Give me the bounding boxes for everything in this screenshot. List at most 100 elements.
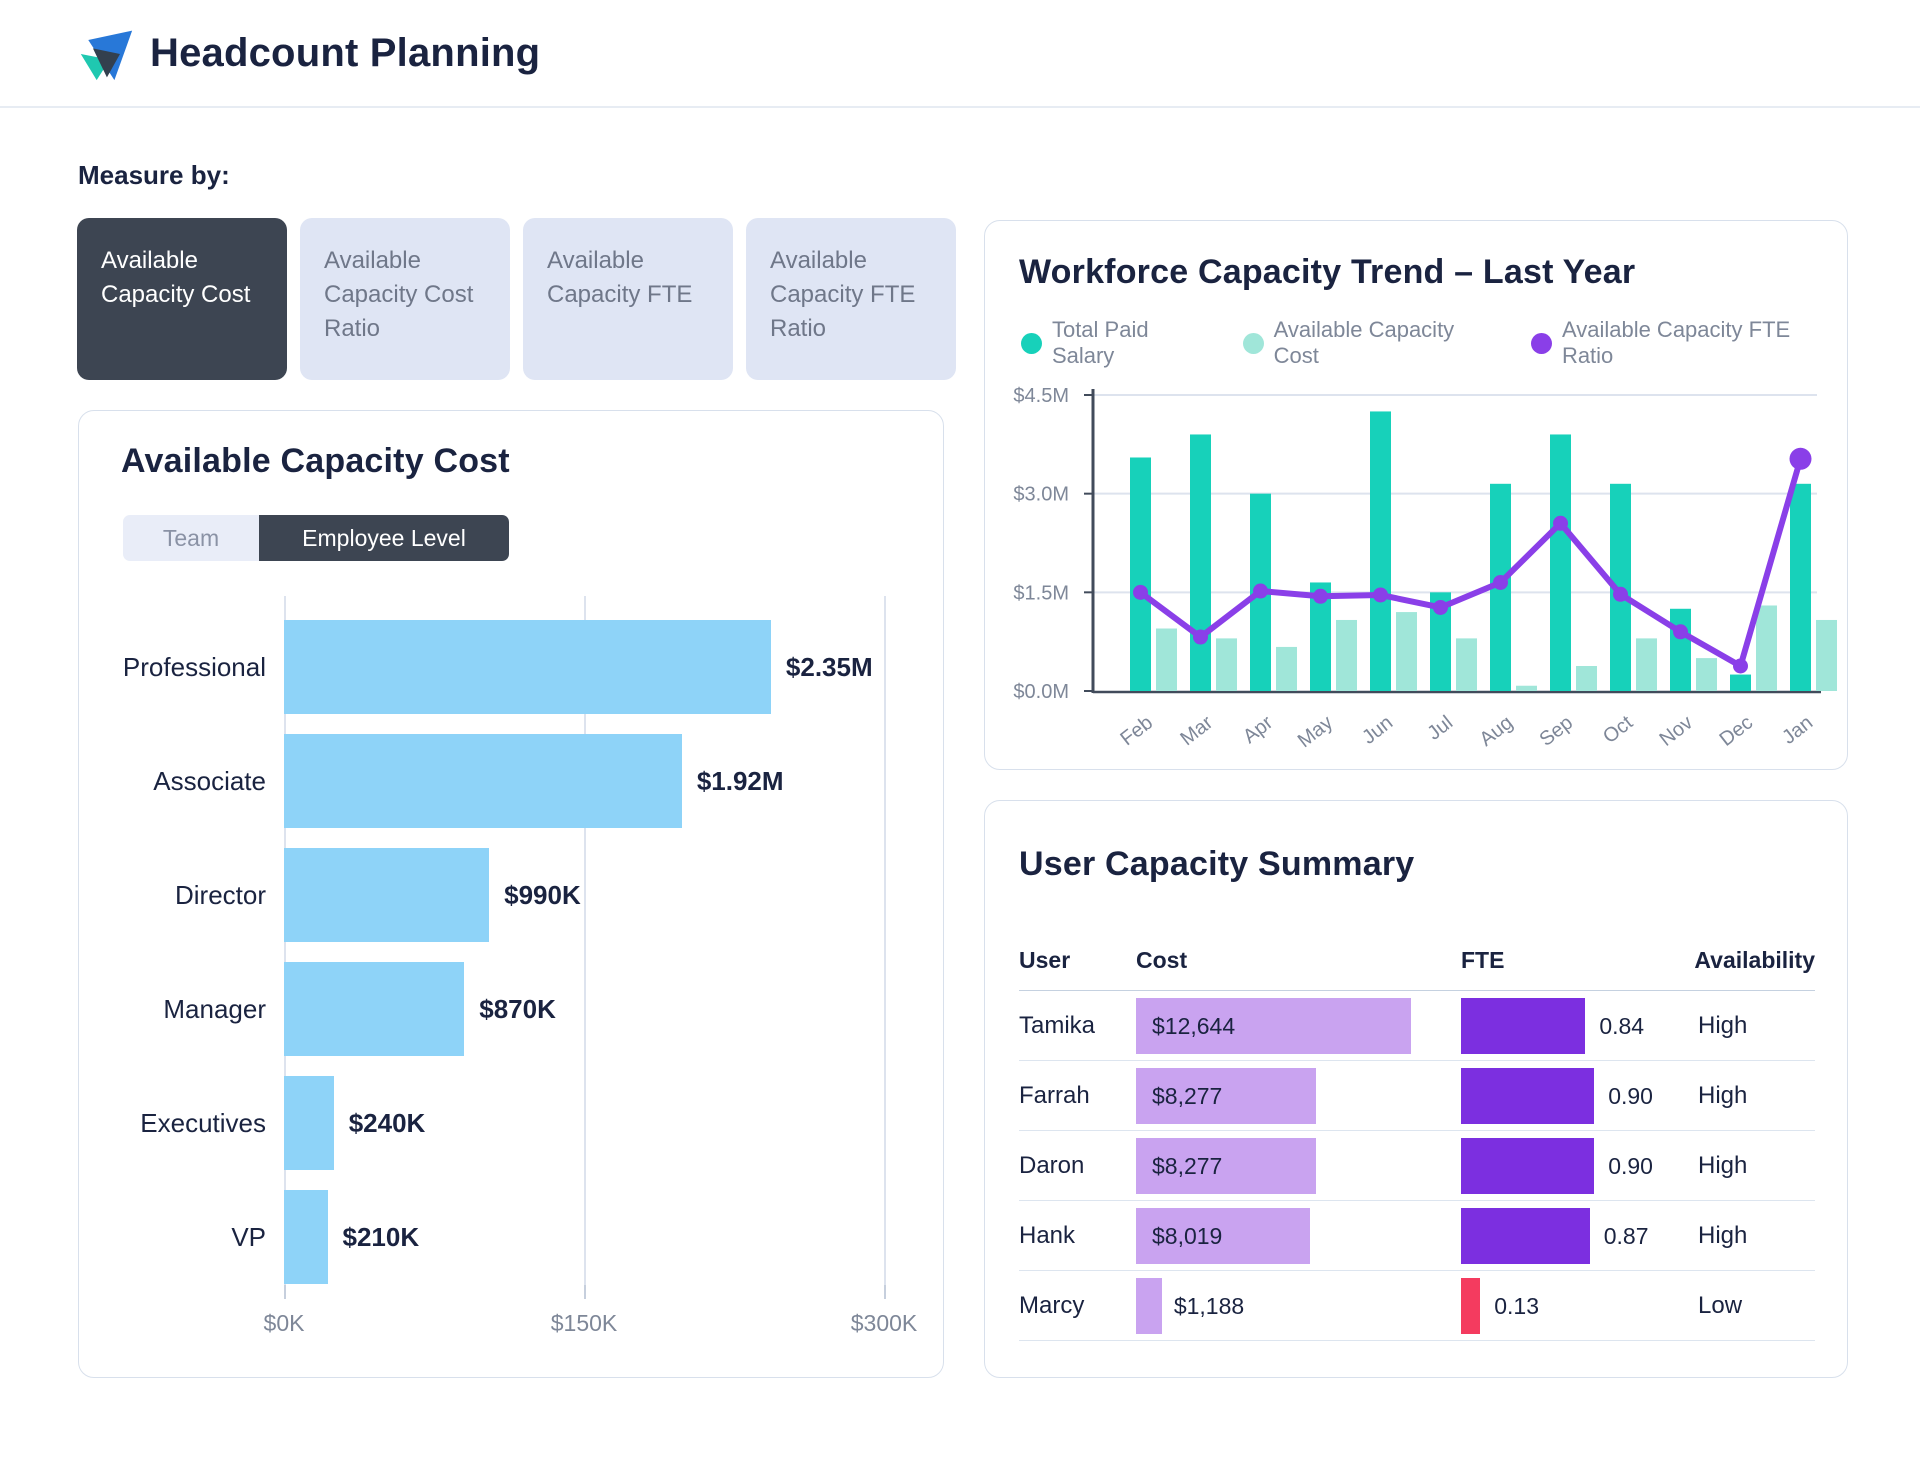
fte-value: 0.84	[1599, 991, 1644, 1061]
capacity-cost-bar	[1516, 686, 1537, 691]
value-label: $2.35M	[786, 620, 873, 714]
capacity-bar	[284, 1190, 328, 1284]
legend-item-2[interactable]: Available Capacity Cost	[1243, 317, 1505, 369]
capacity-cost-bar	[1336, 620, 1357, 691]
measure-option-1[interactable]: Available Capacity Cost	[77, 218, 287, 380]
category-label: Director	[121, 848, 266, 942]
capacity-cost-bar	[1156, 629, 1177, 691]
fte-ratio-point	[1673, 624, 1688, 639]
capacity-bar-row: Professional $2.35M	[121, 601, 921, 715]
app-logo-icon	[78, 26, 134, 82]
workforce-trend-card: Workforce Capacity Trend – Last Year Tot…	[984, 220, 1848, 770]
salary-bar	[1670, 609, 1691, 691]
capacity-bar	[284, 962, 464, 1056]
category-label: Professional	[121, 620, 266, 714]
app-header: Headcount Planning	[0, 0, 1920, 108]
cost-value: $8,019	[1152, 1201, 1222, 1271]
capacity-bar-row: Executives$240K	[121, 1057, 921, 1171]
salary-bar	[1130, 457, 1151, 691]
availability-badge: High	[1698, 1201, 1747, 1271]
fte-ratio-point	[1613, 587, 1628, 602]
column-header-cost: Cost	[1136, 947, 1187, 974]
capacity-bar	[284, 620, 771, 714]
trend-chart: $0.0M$1.5M$3.0M$4.5MFebMarAprMayJunJulAu…	[1005, 371, 1845, 766]
x-tick	[884, 1285, 886, 1299]
table-row: Tamika $12,644 0.84 High	[1019, 991, 1815, 1061]
summary-card-title: User Capacity Summary	[1019, 845, 1414, 884]
capacity-bar-chart: $0K$150K$300KProfessional$2.35MAssociate…	[121, 596, 921, 1356]
x-tick-label: $0K	[224, 1310, 344, 1337]
month-label: Apr	[1239, 711, 1277, 748]
fte-value: 0.87	[1604, 1201, 1649, 1271]
legend-item-3[interactable]: Available Capacity FTE Ratio	[1531, 317, 1847, 369]
measure-option-4[interactable]: Available Capacity FTE Ratio	[746, 218, 956, 380]
user-name: Daron	[1019, 1131, 1084, 1201]
salary-bar	[1790, 484, 1811, 691]
value-label: $210K	[343, 1190, 420, 1284]
category-label: Associate	[121, 734, 266, 828]
month-label: Feb	[1116, 712, 1157, 751]
fte-ratio-point	[1790, 448, 1812, 470]
team-employee-toggle: TeamEmployee Level	[123, 515, 509, 561]
table-row: Hank$8,0190.87High	[1019, 1201, 1815, 1271]
fte-ratio-point	[1193, 630, 1208, 645]
trend-legend: Total Paid Salary Available Capacity Cost…	[1021, 317, 1847, 369]
x-tick	[584, 1285, 586, 1299]
legend-item-1[interactable]: Total Paid Salary	[1021, 317, 1217, 369]
salary-bar	[1190, 434, 1211, 691]
legend-dot-icon	[1021, 333, 1042, 354]
table-row: Daron$8,2770.90High	[1019, 1131, 1815, 1201]
toggle-option-2[interactable]: Employee Level	[259, 515, 509, 561]
availability-badge: High	[1698, 991, 1747, 1061]
x-tick-label: $150K	[524, 1310, 644, 1337]
fte-value: 0.90	[1608, 1131, 1653, 1201]
summary-table-header: UserCostFTEAvailability	[1019, 941, 1815, 991]
month-label: Jun	[1358, 712, 1397, 749]
cost-value: $8,277	[1152, 1131, 1222, 1201]
table-row: Marcy$1,1880.13Low	[1019, 1271, 1815, 1341]
fte-value: 0.90	[1608, 1061, 1653, 1131]
measure-by-buttons: Available Capacity CostAvailable Capacit…	[77, 218, 956, 380]
value-label: $870K	[479, 962, 556, 1056]
fte-ratio-point	[1313, 589, 1328, 604]
capacity-bar	[284, 848, 489, 942]
capacity-cost-bar	[1816, 620, 1837, 691]
capacity-cost-bar	[1696, 658, 1717, 691]
capacity-cost-bar	[1456, 638, 1477, 691]
measure-option-3[interactable]: Available Capacity FTE	[523, 218, 733, 380]
capacity-bar-row: Director $990K	[121, 829, 921, 943]
measure-option-2[interactable]: Available Capacity Cost Ratio	[300, 218, 510, 380]
salary-bar	[1550, 434, 1571, 691]
toggle-option-1[interactable]: Team	[123, 515, 259, 561]
y-tick-label: $1.5M	[1013, 582, 1069, 604]
fte-bar	[1461, 1068, 1594, 1124]
category-label: Executives	[121, 1076, 266, 1170]
month-label: Jan	[1778, 712, 1817, 749]
column-header-availability: Availability	[1694, 947, 1815, 974]
value-label: $990K	[504, 848, 581, 942]
capacity-bar	[284, 1076, 334, 1170]
salary-bar	[1730, 675, 1751, 691]
legend-dot-icon	[1531, 333, 1552, 354]
month-label: Jul	[1423, 712, 1457, 745]
category-label: Manager	[121, 962, 266, 1056]
capacity-cost-bar	[1576, 666, 1597, 691]
value-label: $1.92M	[697, 734, 784, 828]
legend-label: Available Capacity FTE Ratio	[1562, 317, 1847, 369]
cost-value: $12,644	[1152, 991, 1235, 1061]
page-title: Headcount Planning	[150, 0, 540, 106]
month-label: Oct	[1599, 711, 1637, 748]
y-tick-label: $4.5M	[1013, 385, 1069, 407]
month-label: Mar	[1176, 711, 1217, 750]
month-label: Dec	[1715, 712, 1757, 751]
legend-label: Total Paid Salary	[1052, 317, 1217, 369]
user-capacity-summary-card: User Capacity Summary UserCostFTEAvailab…	[984, 800, 1848, 1378]
capacity-bar-row: VP$210K	[121, 1171, 921, 1285]
fte-ratio-line	[1141, 459, 1801, 666]
user-name: Tamika	[1019, 991, 1095, 1061]
month-label: May	[1294, 712, 1337, 753]
trend-card-title: Workforce Capacity Trend – Last Year	[1019, 253, 1635, 292]
availability-badge: Low	[1698, 1271, 1742, 1341]
legend-label: Available Capacity Cost	[1274, 317, 1505, 369]
cost-value: $8,277	[1152, 1061, 1222, 1131]
